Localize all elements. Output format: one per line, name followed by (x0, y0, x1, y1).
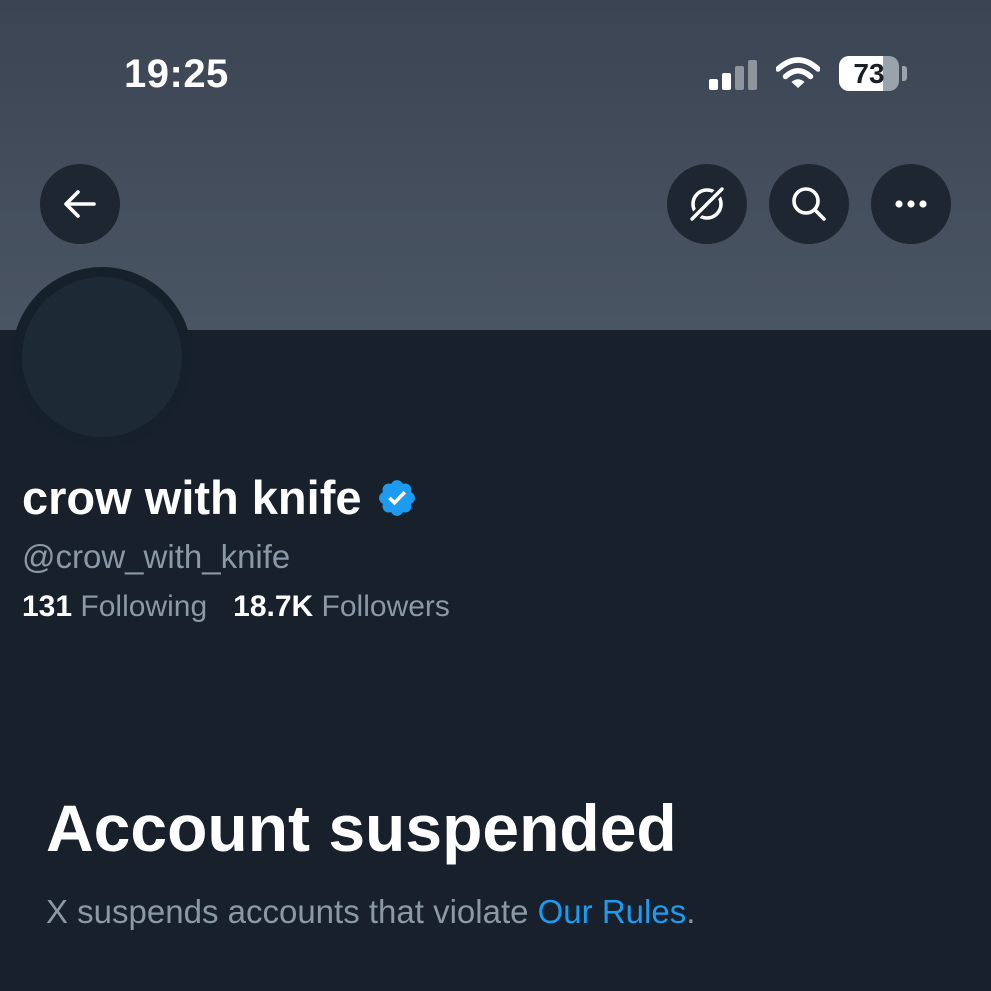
following-link[interactable]: 131 Following (22, 590, 207, 624)
display-name-text: crow with knife (22, 471, 362, 524)
back-button[interactable] (40, 164, 120, 244)
more-horizontal-icon (895, 200, 927, 208)
more-button[interactable] (871, 164, 951, 244)
search-button[interactable] (769, 164, 849, 244)
profile-stats: 131 Following 18.7K Followers (22, 590, 450, 624)
battery-level: 73 (853, 57, 885, 89)
suspension-title: Account suspended (46, 791, 677, 865)
followers-label: Followers (321, 590, 450, 623)
arrow-left-icon (64, 190, 96, 218)
suspension-message: X suspends accounts that violate Our Rul… (46, 893, 695, 931)
following-label: Following (80, 590, 208, 623)
display-name: crow with knife (22, 470, 418, 525)
suspension-message-text: X suspends accounts that violate (46, 893, 538, 930)
rules-link[interactable]: Our Rules (538, 893, 687, 930)
grok-icon (688, 185, 726, 223)
followers-count: 18.7K (233, 590, 314, 623)
search-icon (792, 187, 826, 221)
wifi-icon (776, 57, 820, 88)
suspension-message-suffix: . (686, 893, 696, 930)
avatar[interactable] (22, 277, 182, 437)
battery-cap (902, 66, 907, 81)
following-count: 131 (22, 590, 73, 623)
handle: @crow_with_knife (22, 538, 291, 575)
status-time: 19:25 (124, 52, 229, 96)
verified-badge-icon[interactable] (376, 477, 418, 519)
grok-button[interactable] (667, 164, 747, 244)
cellular-signal-icon (709, 60, 761, 90)
followers-link[interactable]: 18.7K Followers (233, 590, 450, 624)
battery-icon: 73 (839, 56, 899, 91)
